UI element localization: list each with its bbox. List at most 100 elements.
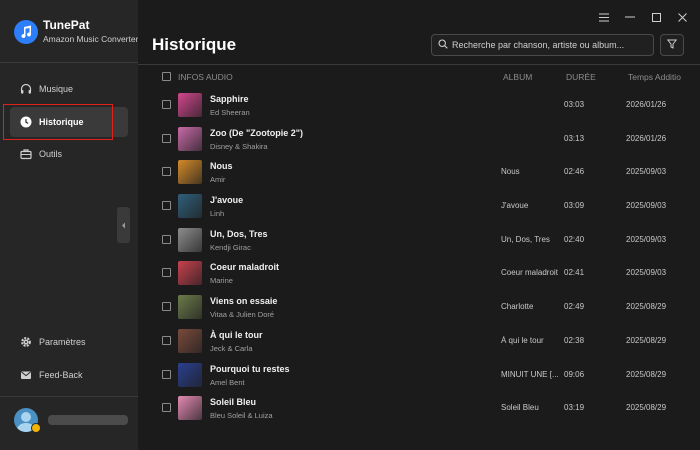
row-checkbox[interactable] (162, 403, 171, 413)
track-title: À qui le tour (210, 329, 263, 340)
search-box[interactable] (431, 34, 654, 56)
track-artist: Bleu Soleil & Luiza (210, 411, 273, 421)
track-date-added: 2025/08/29 (626, 335, 667, 345)
album-cover-thumbnail (178, 396, 202, 421)
table-row[interactable]: Soleil Bleu Bleu Soleil & Luiza Soleil Ble… (138, 391, 700, 425)
row-checkbox[interactable] (162, 302, 171, 312)
album-cover-thumbnail (178, 93, 202, 117)
sidebar-divider (0, 62, 138, 63)
sidebar-item-label: Musique (39, 84, 74, 94)
table-row[interactable]: Coeur maladroit Marine Coeur maladroit 02:4… (138, 256, 700, 290)
row-checkbox[interactable] (162, 167, 171, 177)
track-album: Coeur maladroit (501, 268, 558, 278)
track-artist: Disney & Shakira (210, 141, 268, 151)
track-duration: 09:06 (564, 369, 585, 379)
row-checkbox[interactable] (162, 201, 171, 211)
app-title: TunePat (43, 18, 90, 32)
track-artist: Vitaa & Julien Doré (210, 310, 275, 320)
sidebar-item-outils[interactable]: Outils (10, 139, 128, 169)
track-date-added: 2025/08/29 (626, 369, 667, 379)
search-input[interactable] (452, 40, 653, 50)
table-row[interactable]: Pourquoi tu restes Amel Bent MINUIT UNE [.… (138, 358, 700, 392)
album-cover-thumbnail (178, 295, 202, 320)
track-artist: Linh (210, 209, 225, 219)
filter-button[interactable] (660, 34, 684, 56)
track-date-added: 2026/01/26 (626, 133, 667, 143)
track-album: Un, Dos, Tres (501, 234, 550, 244)
select-all-checkbox[interactable] (162, 72, 171, 81)
track-title: Zoo (De "Zootopie 2") (210, 127, 304, 138)
table-row[interactable]: Viens on essaie Vitaa & Julien Doré Charlo… (138, 290, 700, 324)
track-duration: 02:49 (564, 302, 585, 312)
track-artist: Amir (210, 175, 226, 185)
brand: TunePat Amazon Music Converter (14, 18, 138, 45)
table-row[interactable]: Nous Amir Nous 02:46 2025/09/03 (138, 155, 700, 189)
table-row[interactable]: Sapphire Ed Sheeran 03:03 2026/01/26 (138, 88, 700, 122)
track-date-added: 2025/09/03 (626, 268, 667, 278)
sidebar-divider (0, 396, 138, 397)
album-cover-thumbnail (178, 160, 202, 185)
track-album: MINUIT UNE [... (501, 369, 559, 379)
column-header-added[interactable]: Temps Additio (628, 72, 681, 82)
album-cover-thumbnail (178, 227, 202, 252)
app-window: TunePat Amazon Music Converter Musique H… (0, 0, 700, 450)
sidebar-item-musique[interactable]: Musique (10, 74, 128, 104)
menu-icon[interactable] (598, 11, 610, 23)
track-album: Soleil Bleu (501, 403, 539, 413)
album-cover-thumbnail (178, 362, 202, 387)
track-duration: 03:13 (564, 133, 585, 143)
sidebar-item-label: Paramètres (39, 337, 86, 347)
sidebar-item-historique[interactable]: Historique (10, 107, 128, 137)
user-name-blurred (48, 415, 128, 425)
track-title: Un, Dos, Tres (210, 228, 268, 239)
track-title: Nous (210, 161, 233, 172)
sidebar-item-parametres[interactable]: Paramètres (10, 327, 128, 357)
track-duration: 02:41 (564, 268, 585, 278)
row-checkbox[interactable] (162, 100, 171, 109)
track-duration: 03:19 (564, 403, 585, 413)
collapse-sidebar-button[interactable] (117, 207, 130, 243)
row-checkbox[interactable] (162, 133, 171, 143)
table-row[interactable]: Un, Dos, Tres Kendji Girac Un, Dos, Tres 02… (138, 223, 700, 257)
album-cover-thumbnail (178, 194, 202, 219)
track-duration: 02:40 (564, 234, 585, 244)
filter-icon (666, 36, 678, 54)
maximize-icon[interactable] (650, 11, 662, 23)
track-artist: Jeck & Carla (210, 343, 253, 353)
sidebar-item-label: Feed-Back (39, 370, 83, 380)
track-artist: Ed Sheeran (210, 108, 250, 117)
track-date-added: 2025/09/03 (626, 201, 667, 211)
premium-badge-icon (31, 423, 41, 433)
row-checkbox[interactable] (162, 268, 171, 278)
track-artist: Amel Bent (210, 377, 245, 387)
sidebar-item-feedback[interactable]: Feed-Back (10, 360, 128, 390)
sidebar: TunePat Amazon Music Converter Musique H… (0, 0, 138, 450)
track-duration: 02:38 (564, 335, 585, 345)
track-title: Pourquoi tu restes (210, 363, 290, 374)
row-checkbox[interactable] (162, 335, 171, 345)
window-controls (598, 11, 688, 23)
track-album: Nous (501, 167, 520, 177)
sidebar-item-label: Historique (39, 117, 84, 127)
app-subtitle: Amazon Music Converter (43, 34, 139, 44)
row-checkbox[interactable] (162, 234, 171, 244)
column-header-info: INFOS AUDIO (178, 72, 233, 82)
table-row[interactable]: Zoo (De "Zootopie 2") Disney & Shakira 03:… (138, 122, 700, 156)
scrollbar[interactable] (694, 64, 698, 450)
track-title: J'avoue (210, 195, 244, 206)
track-title: Viens on essaie (210, 296, 278, 307)
column-header-duration[interactable]: DURÉE (566, 72, 596, 82)
track-title: Soleil Bleu (210, 397, 257, 408)
table-row[interactable]: À qui le tour Jeck & Carla À qui le tour 02… (138, 324, 700, 358)
minimize-icon[interactable] (624, 11, 636, 23)
search-icon (438, 36, 448, 54)
track-duration: 02:46 (564, 167, 585, 177)
track-date-added: 2025/08/29 (626, 403, 667, 413)
close-icon[interactable] (676, 11, 688, 23)
album-cover-thumbnail (178, 126, 202, 151)
album-cover-thumbnail (178, 261, 202, 286)
row-checkbox[interactable] (162, 369, 171, 379)
column-header-album[interactable]: ALBUM (503, 72, 532, 82)
table-row[interactable]: J'avoue Linh J'avoue 03:09 2025/09/03 (138, 189, 700, 223)
main-panel: Historique INFOS AUDIO ALBUM DURÉE Temps… (138, 0, 700, 450)
